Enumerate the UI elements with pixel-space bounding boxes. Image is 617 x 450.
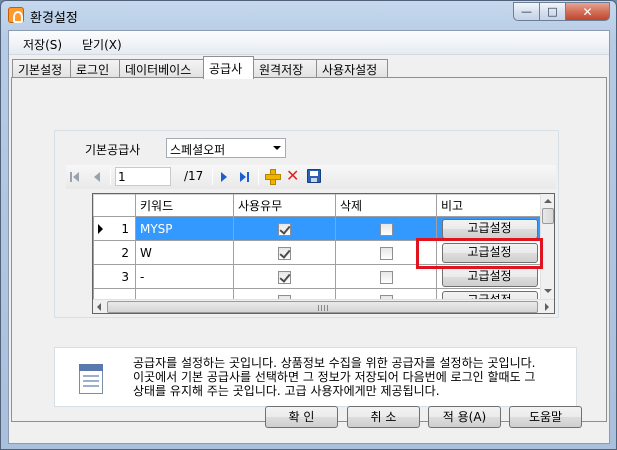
menu-close[interactable]: 닫기(X) [82, 36, 122, 53]
advanced-settings-button[interactable]: 고급설정 [441, 266, 538, 287]
client-area: 저장(S) 닫기(X) 기본설정 로그인 데이터베이스 공급사 원격저장 사용자… [8, 30, 610, 444]
save-icon[interactable] [307, 169, 321, 183]
position-input[interactable]: 1 [115, 167, 171, 186]
info-text: 공급자를 설정하는 곳입니다. 상품정보 수집을 위한 공급자를 설정하는 곳입… [133, 356, 573, 398]
separator [258, 169, 259, 185]
advanced-settings-button[interactable]: 고급설정 [441, 218, 538, 239]
tab-user-settings[interactable]: 사용자설정 [316, 59, 388, 78]
default-supplier-label: 기본공급사 [85, 143, 141, 157]
chevron-down-icon[interactable] [273, 146, 281, 150]
keyword-cell[interactable]: MYSP [135, 216, 234, 241]
vertical-scroll-thumb[interactable] [542, 208, 554, 224]
binding-navigator: 1 /17 ✕ [66, 165, 556, 189]
use-checkbox[interactable] [278, 222, 291, 236]
add-icon[interactable] [265, 169, 281, 185]
delete-checkbox[interactable] [379, 246, 393, 260]
record-count: /17 [184, 169, 204, 183]
delete-cell[interactable] [335, 240, 437, 265]
dialog-buttons: 확 인 취 소 적 용(A) 도움말 [9, 406, 609, 436]
grip-icon [318, 305, 328, 311]
close-button[interactable]: ✕ [565, 2, 610, 21]
title-bar[interactable]: 환경설정 — □ ✕ [1, 1, 616, 29]
apply-button[interactable]: 적 용(A) [428, 406, 501, 428]
tab-supplier[interactable]: 공급사 [203, 56, 254, 79]
horizontal-scrollbar[interactable] [93, 299, 554, 313]
advanced-settings-button[interactable]: 고급설정 [441, 242, 538, 263]
ok-button[interactable]: 확 인 [265, 406, 338, 428]
move-next-icon[interactable] [217, 170, 231, 184]
tab-database[interactable]: 데이터베이스 [119, 59, 204, 78]
vertical-scrollbar[interactable] [540, 194, 554, 299]
move-previous-icon[interactable] [90, 170, 104, 184]
delete-cell[interactable] [335, 264, 437, 289]
delete-icon[interactable]: ✕ [286, 168, 299, 184]
table-row[interactable]: 1 MYSP 고급설정 [93, 216, 543, 241]
panel-background: 기본공급사 스페셜오퍼 1 /17 ✕ 키워드 사용유무 삭제 비고 1 MYS… [12, 78, 606, 421]
menu-bar: 저장(S) 닫기(X) [9, 31, 609, 55]
column-header-use[interactable]: 사용유무 [233, 194, 336, 217]
window-title: 환경설정 [30, 11, 78, 26]
keyword-grid: 키워드 사용유무 삭제 비고 1 MYSP 고급설정 2 W 고급설정 3 - … [92, 193, 555, 314]
table-row[interactable]: 2 W 고급설정 [93, 240, 543, 265]
table-row[interactable]: 3 - 고급설정 [93, 264, 543, 289]
column-header-delete[interactable]: 삭제 [335, 194, 437, 217]
keyword-cell[interactable]: - [135, 264, 234, 289]
info-line: 공급자를 설정하는 곳입니다. 상품정보 수집을 위한 공급자를 설정하는 곳입… [133, 356, 536, 370]
info-line: 상태를 유지해 주는 곳입니다. 고급 사용자에게만 제공됩니다. [133, 384, 440, 398]
menu-save[interactable]: 저장(S) [23, 36, 62, 53]
use-checkbox[interactable] [278, 270, 291, 284]
default-supplier-select[interactable]: 스페셜오퍼 [166, 138, 286, 158]
info-box: 공급자를 설정하는 곳입니다. 상품정보 수집을 위한 공급자를 설정하는 곳입… [54, 347, 577, 407]
use-cell[interactable] [233, 216, 336, 241]
tab-remote-save[interactable]: 원격저장 [253, 59, 317, 78]
row-header[interactable]: 2 [93, 240, 136, 265]
cancel-button[interactable]: 취 소 [347, 406, 420, 428]
maximize-button[interactable]: □ [539, 2, 566, 21]
move-last-icon[interactable] [237, 170, 251, 184]
info-line: 이곳에서 기본 공급사를 선택하면 그 정보가 저장되어 다음번에 로그인 할때… [133, 370, 536, 384]
note-cell: 고급설정 [436, 216, 543, 241]
tab-basic-settings[interactable]: 기본설정 [12, 59, 71, 78]
note-cell: 고급설정 [436, 240, 543, 265]
caption-buttons: — □ ✕ [513, 2, 610, 21]
grid-corner-header [93, 194, 136, 217]
tab-panel: 기본공급사 스페셜오퍼 1 /17 ✕ 키워드 사용유무 삭제 비고 1 MYS… [11, 77, 607, 422]
row-header[interactable]: 3 [93, 264, 136, 289]
delete-cell[interactable] [335, 216, 437, 241]
tab-login[interactable]: 로그인 [70, 59, 120, 78]
row-header[interactable]: 1 [93, 216, 136, 241]
document-table-icon [77, 364, 107, 396]
app-icon [8, 7, 24, 23]
default-supplier-value: 스페셜오퍼 [170, 143, 226, 157]
use-cell[interactable] [233, 264, 336, 289]
separator [212, 169, 213, 185]
note-cell: 고급설정 [436, 264, 543, 289]
move-first-icon[interactable] [68, 170, 82, 184]
settings-window: 환경설정 — □ ✕ 저장(S) 닫기(X) 기본설정 로그인 데이터베이스 공… [0, 0, 617, 450]
horizontal-scroll-thumb[interactable] [107, 301, 538, 313]
separator [110, 169, 111, 185]
row-number: 1 [121, 221, 129, 236]
delete-checkbox[interactable] [379, 222, 393, 236]
use-cell[interactable] [233, 240, 336, 265]
keyword-cell[interactable]: W [135, 240, 234, 265]
supplier-group: 기본공급사 스페셜오퍼 1 /17 ✕ 키워드 사용유무 삭제 비고 1 MYS… [54, 130, 559, 318]
minimize-button[interactable]: — [513, 2, 540, 21]
grid-header-row: 키워드 사용유무 삭제 비고 [93, 194, 543, 217]
help-button[interactable]: 도움말 [509, 406, 582, 428]
current-row-icon [98, 224, 103, 234]
use-checkbox[interactable] [278, 246, 291, 260]
delete-checkbox[interactable] [379, 270, 393, 284]
column-header-keyword[interactable]: 키워드 [135, 194, 234, 217]
column-header-note[interactable]: 비고 [436, 194, 543, 217]
